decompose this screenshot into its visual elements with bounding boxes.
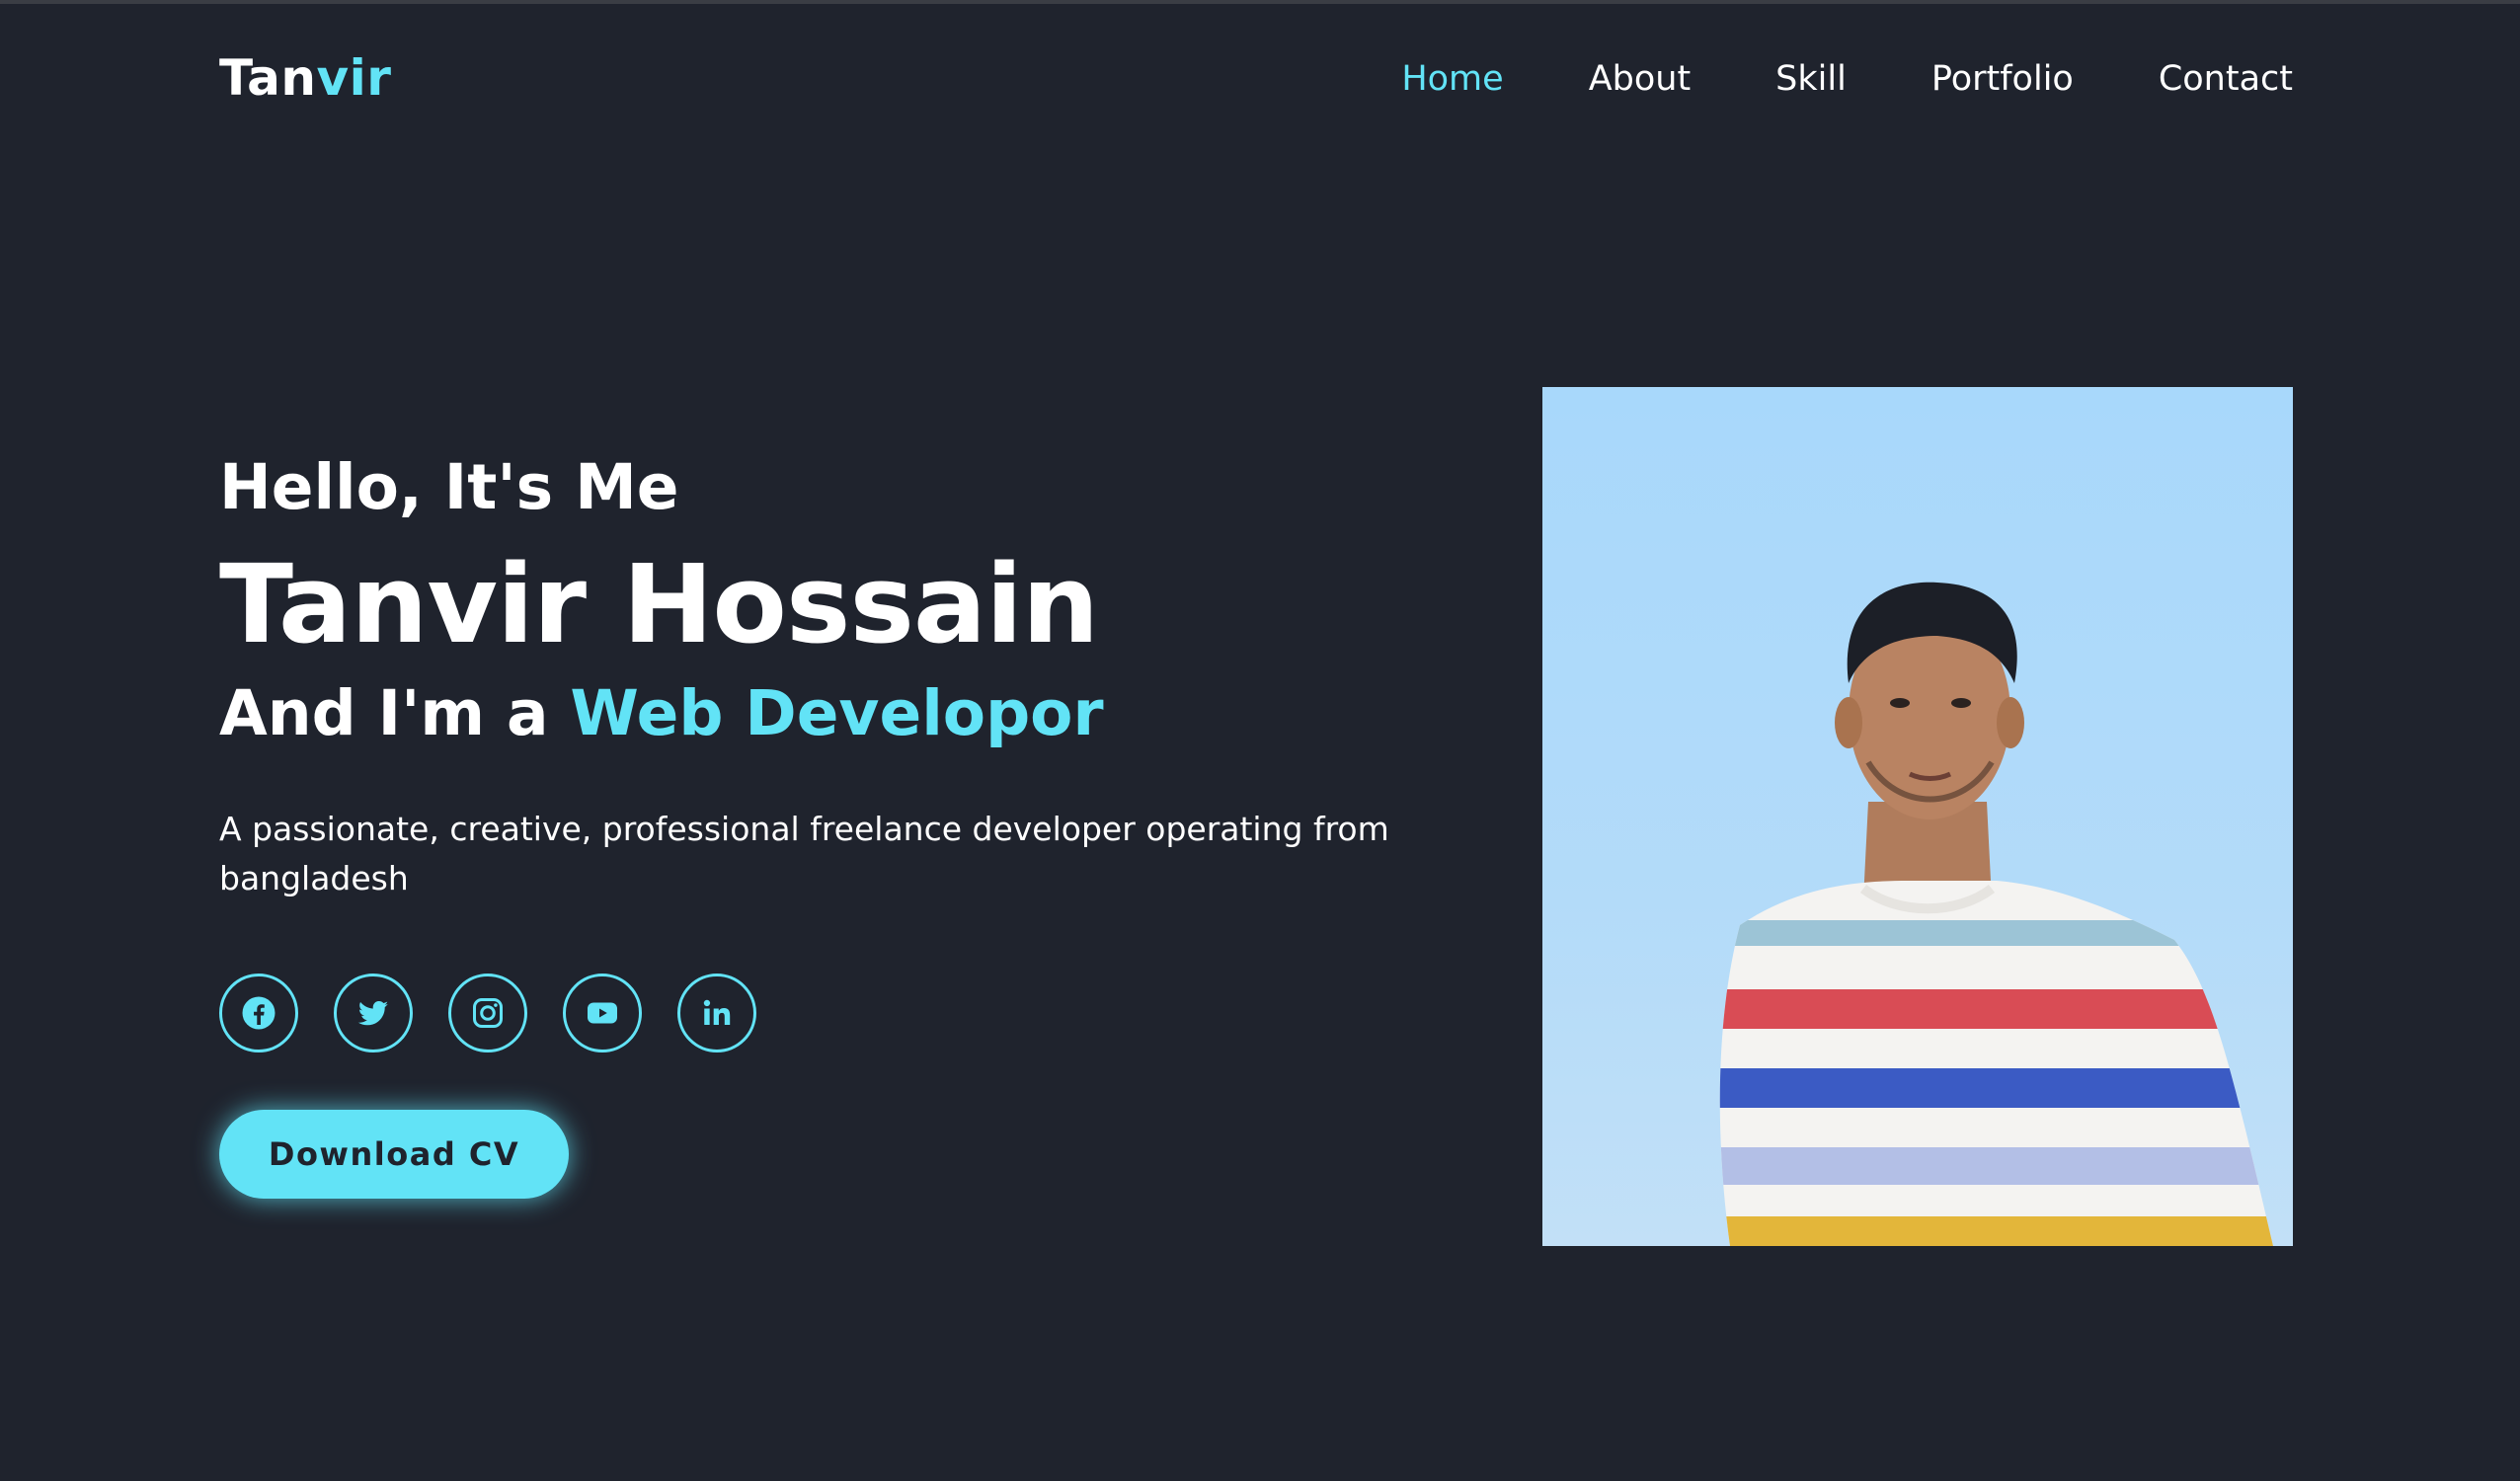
main-nav: Home About Skill Portfolio Contact [1401,59,2293,99]
youtube-link[interactable] [563,974,642,1052]
role-highlight: Web Developor [570,677,1104,749]
profile-photo [1542,387,2293,1246]
hero-role: And I'm a Web Developor [219,674,1463,753]
profile-photo-illustration [1719,582,2273,1246]
instagram-icon [473,998,503,1028]
nav-link-home[interactable]: Home [1401,59,1503,99]
site-header: Tanvir Home About Skill Portfolio Contac… [0,4,2520,152]
nav-link-skill[interactable]: Skill [1775,59,1847,99]
download-cv-button[interactable]: Download CV [219,1110,569,1199]
logo-text-main: Tan [219,49,317,107]
logo-text-accent: vir [316,49,392,107]
site-logo[interactable]: Tanvir [219,49,391,107]
instagram-link[interactable] [448,974,527,1052]
twitter-link[interactable] [334,974,413,1052]
linkedin-link[interactable] [677,974,756,1052]
social-links [219,974,756,1052]
hero-name: Tanvir Hossain [219,541,1099,667]
nav-link-contact[interactable]: Contact [2159,59,2293,99]
linkedin-icon [703,999,731,1025]
nav-link-about[interactable]: About [1589,59,1691,99]
role-prefix: And I'm a [219,677,571,749]
facebook-link[interactable] [219,974,298,1052]
hero-greeting: Hello, It's Me [219,451,679,523]
facebook-icon [242,996,276,1030]
youtube-icon [588,1002,617,1024]
hero-description: A passionate, creative, professional fre… [219,810,1389,897]
nav-link-portfolio[interactable]: Portfolio [1931,59,2074,99]
hero-content: Hello, It's Me Tanvir Hossain And I'm a … [219,449,1463,903]
twitter-icon [357,1001,388,1026]
